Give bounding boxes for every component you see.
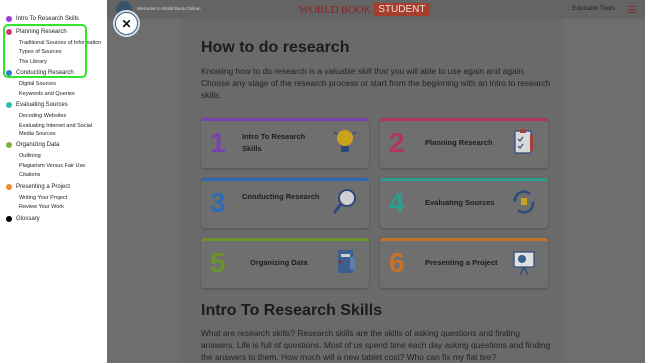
presentation-board-icon [510,247,538,277]
research-stage-card[interactable]: 5 Organizing Data [201,238,369,288]
magnifier-icon [331,187,359,217]
brand-logo[interactable]: WORLD BOOK STUDENT [299,1,431,18]
sidebar-section-label: Glossary [16,215,40,222]
sidebar-subitem[interactable]: Plagiarism Versus Fair Use [0,162,107,170]
refresh-thumbs-icon [510,187,538,217]
card-label: Organizing Data [250,258,308,267]
lightbulb-icon [331,127,359,157]
card-color-bar [201,238,369,241]
section-dot-icon [6,183,12,190]
sidebar-subitem[interactable]: Traditional Sources of Information [0,39,107,47]
section-dot-icon [6,215,12,222]
top-bar: Welcome to World Book Online! WORLD BOOK… [107,0,645,19]
card-color-bar [380,178,548,181]
card-label: Intro To Research Skills [242,132,306,153]
section-dot-icon [6,142,12,148]
section-dot-icon [6,15,12,22]
sidebar-subitem[interactable]: Writing Your Project [0,194,107,202]
card-color-bar [380,118,548,121]
sidebar-section-item[interactable]: Evaluating Sources [0,100,107,111]
welcome-text: Welcome to World Book Online! [137,6,201,11]
card-number: 3 [210,187,226,218]
sidebar-section-label: Evaluating Sources [16,102,68,108]
card-number: 1 [210,127,226,158]
sidebar-subitem[interactable]: Outlining [0,152,107,160]
educator-tools-link[interactable]: Educator Tools [572,5,615,12]
page-title: How to do research [201,39,350,56]
research-stage-card[interactable]: 3 Conducting Research [201,178,369,228]
sidebar-section-item[interactable]: Organizing Data [0,140,107,151]
sidebar-section-label: Organizing Data [16,142,60,148]
close-icon: ✕ [121,16,132,31]
card-color-bar [201,178,369,181]
sidebar-subitem[interactable]: Review Your Work [0,203,107,211]
section-dot-icon [6,28,12,35]
sidebar-subitem[interactable]: Types of Sources [0,48,107,56]
close-button[interactable]: ✕ [115,12,138,35]
card-number: 4 [389,187,405,218]
research-stage-card[interactable]: 1 Intro To Research Skills [201,118,369,168]
sidebar-subitem[interactable]: The Library [0,58,107,66]
sidebar-group: Planning Research Traditional Sources of … [0,26,107,66]
sidebar-section-item[interactable]: Intro To Research Skills [0,13,107,24]
sidebar-section-label: Presenting a Project [16,183,71,190]
card-number: 2 [389,127,405,158]
sidebar-group: Intro To Research Skills [0,13,107,24]
section-paragraph: What are research skills? Research skill… [201,328,551,362]
main-content: How to do research Knowing how to do res… [179,19,565,363]
section-dot-icon [6,70,12,76]
sidebar-section-item[interactable]: Planning Research [0,26,107,37]
sidebar-section-item[interactable]: Presenting a Project [0,181,107,192]
hamburger-menu-icon[interactable] [628,6,636,14]
card-number: 6 [389,247,405,278]
sidebar-group: Presenting a Project Writing Your Project… [0,181,107,211]
card-label: Planning Research [425,138,493,147]
research-stage-card[interactable]: 4 Evaluating Sources [380,178,548,228]
sidebar-subitem[interactable]: Evaluating Internet and Social Media Sou… [0,122,107,138]
research-stage-card[interactable]: 2 Planning Research [380,118,548,168]
notebook-icon [331,247,359,277]
sidebar-group: Glossary [0,213,107,224]
card-label: Evaluating Sources [425,198,495,207]
brand-name: WORLD BOOK [299,3,372,16]
sidebar-subitem[interactable]: Digital Sources [0,80,107,88]
sidebar-group: Organizing Data Outlining Plagiarism Versu… [0,140,107,180]
sidebar-nav: Intro To Research Skills Planning Researc… [0,0,107,363]
card-color-bar [201,118,369,121]
card-number: 5 [210,247,226,278]
sidebar-subitem[interactable]: Citations [0,171,107,179]
research-stage-card[interactable]: 6 Presenting a Project [380,238,548,288]
section-title: Intro To Research Skills [201,302,383,319]
clipboard-icon [510,127,538,157]
brand-badge: STUDENT [373,3,431,16]
card-label: Presenting a Project [425,258,498,267]
intro-paragraph: Knowing how to do research is a valuable… [201,66,551,100]
card-label: Conducting Research [242,192,320,201]
sidebar-group: Evaluating Sources Decoding Websites Evalu… [0,100,107,138]
sidebar-subitem[interactable]: Decoding Websites [0,112,107,120]
sidebar-section-label: Conducting Research [16,70,74,76]
card-color-bar [380,238,548,241]
sidebar-section-label: Intro To Research Skills [16,15,79,22]
sidebar-subitem[interactable]: Keywords and Queries [0,90,107,98]
sidebar-group: Conducting Research Digital Sources Keywor… [0,68,107,98]
sidebar-section-label: Planning Research [16,28,67,35]
sidebar-section-item[interactable]: Glossary [0,213,107,224]
section-dot-icon [6,102,12,108]
sidebar-section-item[interactable]: Conducting Research [0,68,107,79]
